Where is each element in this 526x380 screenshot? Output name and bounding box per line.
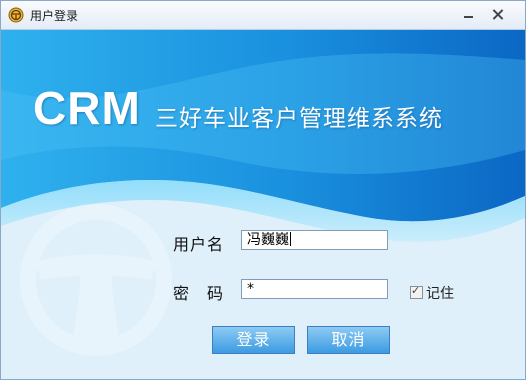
username-value: 冯巍巍: [247, 232, 289, 248]
username-input[interactable]: 冯巍巍: [241, 230, 388, 250]
login-button[interactable]: 登录: [212, 326, 295, 354]
checkbox-checked-icon[interactable]: [410, 284, 423, 299]
cancel-button[interactable]: 取消: [307, 326, 390, 354]
remember-checkbox[interactable]: 记住: [410, 283, 454, 303]
password-value: *: [247, 281, 254, 297]
login-window: 用户登录 CRM 三好车业客户管理维系系统 用户名 冯巍巍 密码 * ✓ 记住 …: [0, 0, 526, 380]
steering-wheel-icon: [8, 7, 24, 23]
system-title: 三好车业客户管理维系系统: [155, 106, 443, 132]
close-icon[interactable]: [487, 6, 509, 24]
remember-label: 记住: [426, 286, 454, 302]
text-cursor: [290, 232, 291, 246]
window-title: 用户登录: [30, 9, 79, 23]
title-bar[interactable]: 用户登录: [1, 1, 525, 30]
brand-logo-text: CRM: [33, 82, 141, 134]
password-input[interactable]: *: [241, 279, 388, 299]
username-label: 用户名: [173, 235, 225, 254]
password-label: 密码: [173, 284, 242, 303]
minimize-icon[interactable]: [459, 8, 479, 22]
